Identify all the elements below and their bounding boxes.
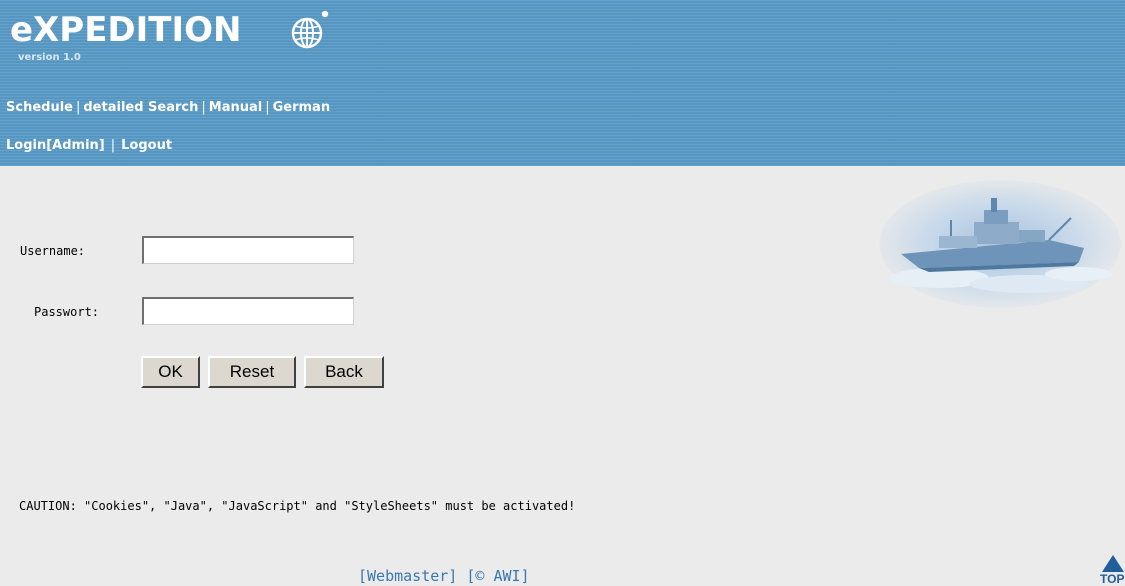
nav-link-schedule[interactable]: Schedule xyxy=(6,100,73,115)
header-banner: eXPEDITION version 1.0 Schedule | detailed… xyxy=(0,0,1125,166)
footer: [Webmaster] [© AWI] xyxy=(358,567,530,586)
top-link-label: TOP xyxy=(1100,572,1125,586)
nav-link-german[interactable]: German xyxy=(273,100,330,115)
ship-image xyxy=(879,178,1122,310)
password-input[interactable] xyxy=(142,297,354,325)
webmaster-link[interactable]: [Webmaster] xyxy=(358,567,457,585)
caution-notice: CAUTION: "Cookies", "Java", "JavaScript"… xyxy=(19,499,576,513)
nav-link-logout[interactable]: Logout xyxy=(121,138,172,153)
awi-copyright-link[interactable]: [© AWI] xyxy=(466,567,529,585)
up-arrow-icon xyxy=(1102,555,1124,572)
nav-link-login-admin[interactable]: Login[Admin] xyxy=(6,138,105,153)
globe-icon xyxy=(291,10,329,49)
logo-title: eXPEDITION xyxy=(10,10,242,50)
username-input[interactable] xyxy=(142,236,354,264)
reset-button[interactable]: Reset xyxy=(208,356,296,388)
nav-separator: | xyxy=(201,100,206,115)
nav-separator: | xyxy=(75,100,81,115)
account-nav: Login[Admin] | Logout xyxy=(6,138,172,154)
nav-link-detailed-search[interactable]: detailed Search xyxy=(83,100,198,115)
nav-link-manual[interactable]: Manual xyxy=(209,100,262,115)
main-nav: Schedule | detailed Search | Manual | German xyxy=(6,100,330,116)
back-button[interactable]: Back xyxy=(304,356,384,388)
top-link[interactable]: TOP xyxy=(1100,555,1125,586)
password-label: Passwort: xyxy=(34,305,100,319)
ok-button[interactable]: OK xyxy=(141,356,200,388)
username-label: Username: xyxy=(20,244,86,258)
nav-separator: | xyxy=(265,100,270,115)
nav-separator: | xyxy=(110,138,116,153)
logo-version: version 1.0 xyxy=(18,52,81,63)
